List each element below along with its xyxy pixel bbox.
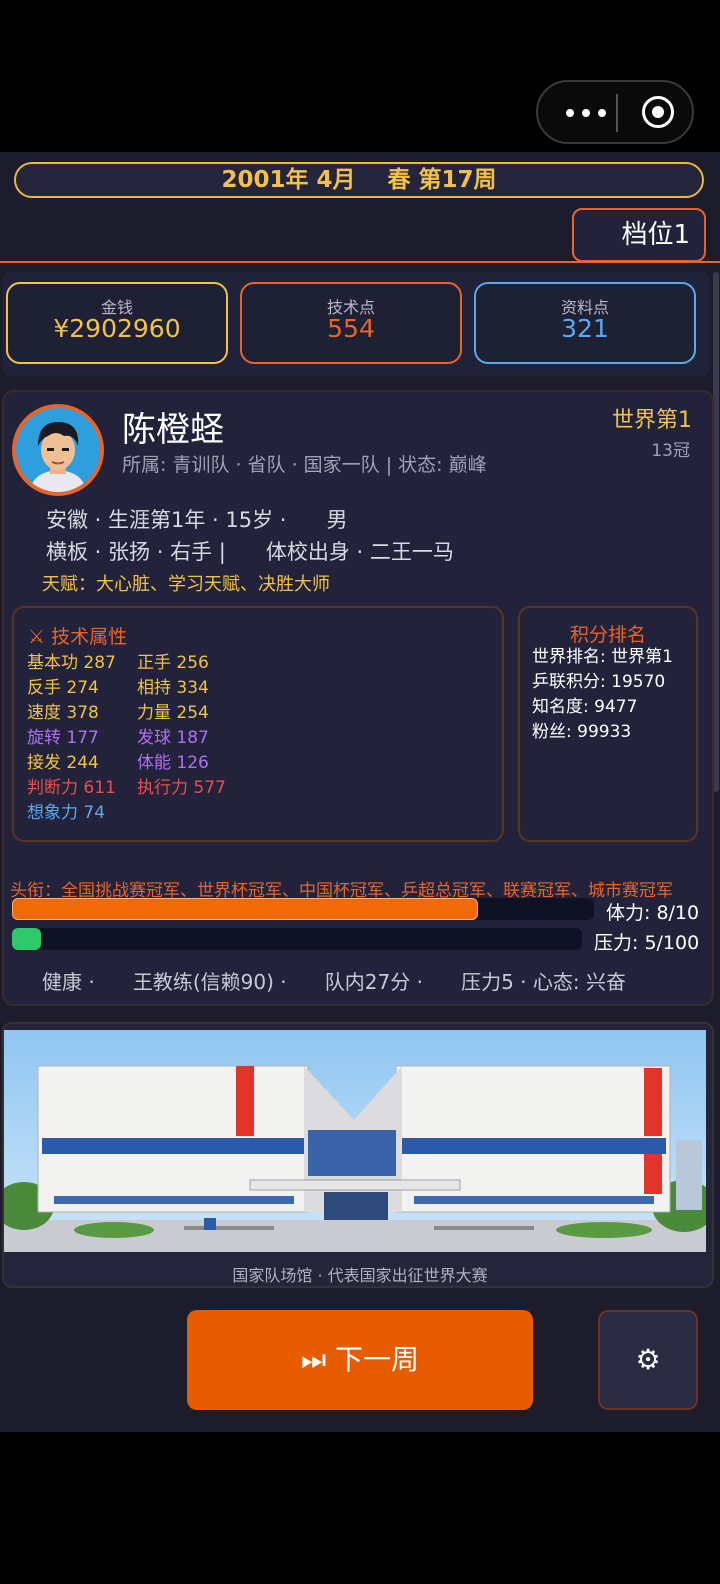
gear-icon: ⚙	[635, 1343, 661, 1376]
money-stat: 金钱 ¥2902960	[6, 282, 228, 364]
current-date: 2001年 4月	[221, 167, 356, 193]
title-count: 13冠	[651, 441, 690, 461]
divider	[0, 261, 720, 263]
ranking-fame: 知名度: 9477	[532, 697, 638, 717]
arena-illustration	[4, 1030, 706, 1252]
more-menu-icon[interactable]	[560, 100, 620, 126]
attribute-item: 相持 334	[137, 678, 209, 698]
stamina-bar-fill	[12, 898, 478, 920]
data-points-stat: 资料点 321	[474, 282, 696, 364]
attribute-item: 旋转 177	[27, 728, 99, 748]
tech-points-value: 554	[327, 314, 375, 343]
player-info-line-1: 安徽 · 生涯第1年 · 15岁 · 男	[46, 508, 348, 532]
settings-button[interactable]: ⚙	[598, 1310, 698, 1410]
date-bar: 2001年 4月 春 第17周	[14, 162, 704, 198]
attribute-item: 基本功 287	[27, 653, 116, 673]
miniprogram-capsule	[536, 80, 694, 144]
attributes-title: ⚔ 技术属性	[28, 626, 128, 648]
resource-row: 金钱 ¥2902960 技术点 554 资料点 321	[2, 272, 710, 376]
attribute-item: 体能 126	[137, 753, 209, 773]
attribute-item: 反手 274	[27, 678, 99, 698]
player-name: 陈橙蛏	[122, 410, 224, 450]
money-value: ¥2902960	[53, 314, 181, 343]
current-week: 春 第17周	[387, 167, 497, 193]
player-talents: 天赋：大心脏、学习天赋、决胜大师	[42, 574, 330, 595]
scene-caption: 国家队场馆 · 代表国家出征世界大赛	[232, 1266, 488, 1285]
stamina-bar-track	[12, 898, 594, 920]
ranking-points: 乒联积分: 19570	[532, 672, 666, 692]
world-rank-badge: 世界第1	[612, 408, 692, 433]
player-avatar[interactable]	[12, 404, 104, 496]
next-week-button[interactable]: ⏭ 下一周	[187, 1310, 533, 1410]
attribute-item: 接发 244	[27, 753, 99, 773]
player-affiliation: 所属: 青训队 · 省队 · 国家一队 | 状态: 巅峰	[122, 454, 487, 476]
capsule-divider	[616, 94, 618, 132]
pressure-bar-fill	[12, 928, 41, 950]
close-miniprogram-icon[interactable]	[642, 96, 674, 128]
attribute-item: 执行力 577	[137, 778, 226, 798]
pressure-label: 压力: 5/100	[594, 932, 700, 954]
attribute-item: 力量 254	[137, 703, 209, 723]
stamina-label: 体力: 8/10	[606, 902, 700, 924]
player-info-line-2: 横板 · 张扬 · 右手 | 体校出身 · 二王一马	[46, 540, 454, 564]
tech-points-stat: 技术点 554	[240, 282, 462, 364]
attribute-item: 判断力 611	[27, 778, 116, 798]
ranking-fans: 粉丝: 99933	[532, 722, 632, 742]
attribute-item: 速度 378	[27, 703, 99, 723]
attribute-item: 正手 256	[137, 653, 209, 673]
attribute-item: 发球 187	[137, 728, 209, 748]
pressure-bar-track	[12, 928, 582, 950]
status-line: 健康 · 王教练(信赖90) · 队内27分 · 压力5 · 心态: 兴奋	[42, 970, 626, 994]
data-points-value: 321	[561, 314, 609, 343]
ranking-world: 世界排名: 世界第1	[532, 647, 673, 667]
attribute-item: 想象力 74	[27, 803, 106, 823]
gear-button[interactable]: 档位1	[572, 208, 706, 262]
